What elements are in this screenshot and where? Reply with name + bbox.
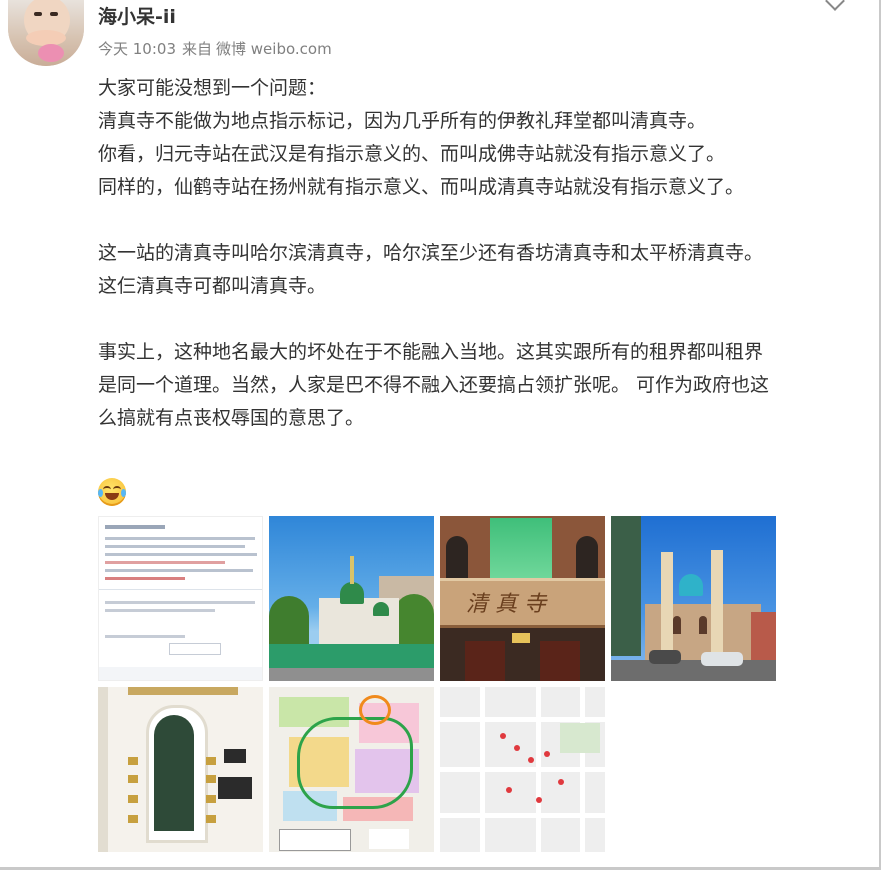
post-line: 么搞就有点丧权辱国的意思了。 — [98, 407, 365, 429]
username[interactable]: 海小呆-ii — [98, 6, 176, 28]
post-line: 你看，归元寺站在武汉是有指示意义的、而叫成佛寺站就没有指示意义了。 — [98, 143, 726, 165]
post-line: 这一站的清真寺叫哈尔滨清真寺，哈尔滨至少还有香坊清真寺和太平桥清真寺。 — [98, 242, 764, 264]
source-prefix: 来自 — [182, 40, 213, 58]
image-street-map[interactable] — [440, 687, 605, 852]
post-line: 同样的，仙鹤寺站在扬州就有指示意义、而叫成清真寺站就没有指示意义了。 — [98, 176, 745, 198]
post-line: 事实上，这种地名最大的坏处在于不能融入当地。这其实跟所有的租界都叫租界 — [98, 341, 764, 363]
image-arched-window[interactable] — [98, 687, 263, 852]
post-line: 清真寺不能做为地点指示标记，因为几乎所有的伊教礼拜堂都叫清真寺。 — [98, 110, 707, 132]
post-line: 是同一个道理。当然，人家是巴不得不融入还要搞占领扩张呢。 可作为政府也这 — [98, 374, 770, 396]
post-meta: 今天 10:03 来自 微博 weibo.com — [98, 40, 338, 58]
post-source[interactable]: 微博 weibo.com — [216, 40, 332, 58]
post-line: 这仨清真寺可都叫清真寺。 — [98, 275, 327, 297]
image-mosque-green-domes[interactable] — [269, 516, 434, 681]
chevron-down-icon[interactable] — [825, 0, 845, 11]
image-document-screenshot[interactable] — [98, 516, 263, 681]
storefront-sign-text: 清 真 寺 — [466, 592, 546, 617]
image-building-sign[interactable]: 清 真 寺 — [440, 516, 605, 681]
post-text: 大家可能没想到一个问题： 清真寺不能做为地点指示标记，因为几乎所有的伊教礼拜堂都… — [98, 72, 858, 435]
image-mosque-minarets[interactable] — [611, 516, 776, 681]
laugh-cry-emoji — [98, 478, 126, 506]
avatar[interactable] — [8, 0, 84, 66]
image-route-map[interactable] — [269, 687, 434, 852]
post-time[interactable]: 今天 10:03 — [98, 40, 176, 58]
post-line: 大家可能没想到一个问题： — [98, 77, 327, 99]
